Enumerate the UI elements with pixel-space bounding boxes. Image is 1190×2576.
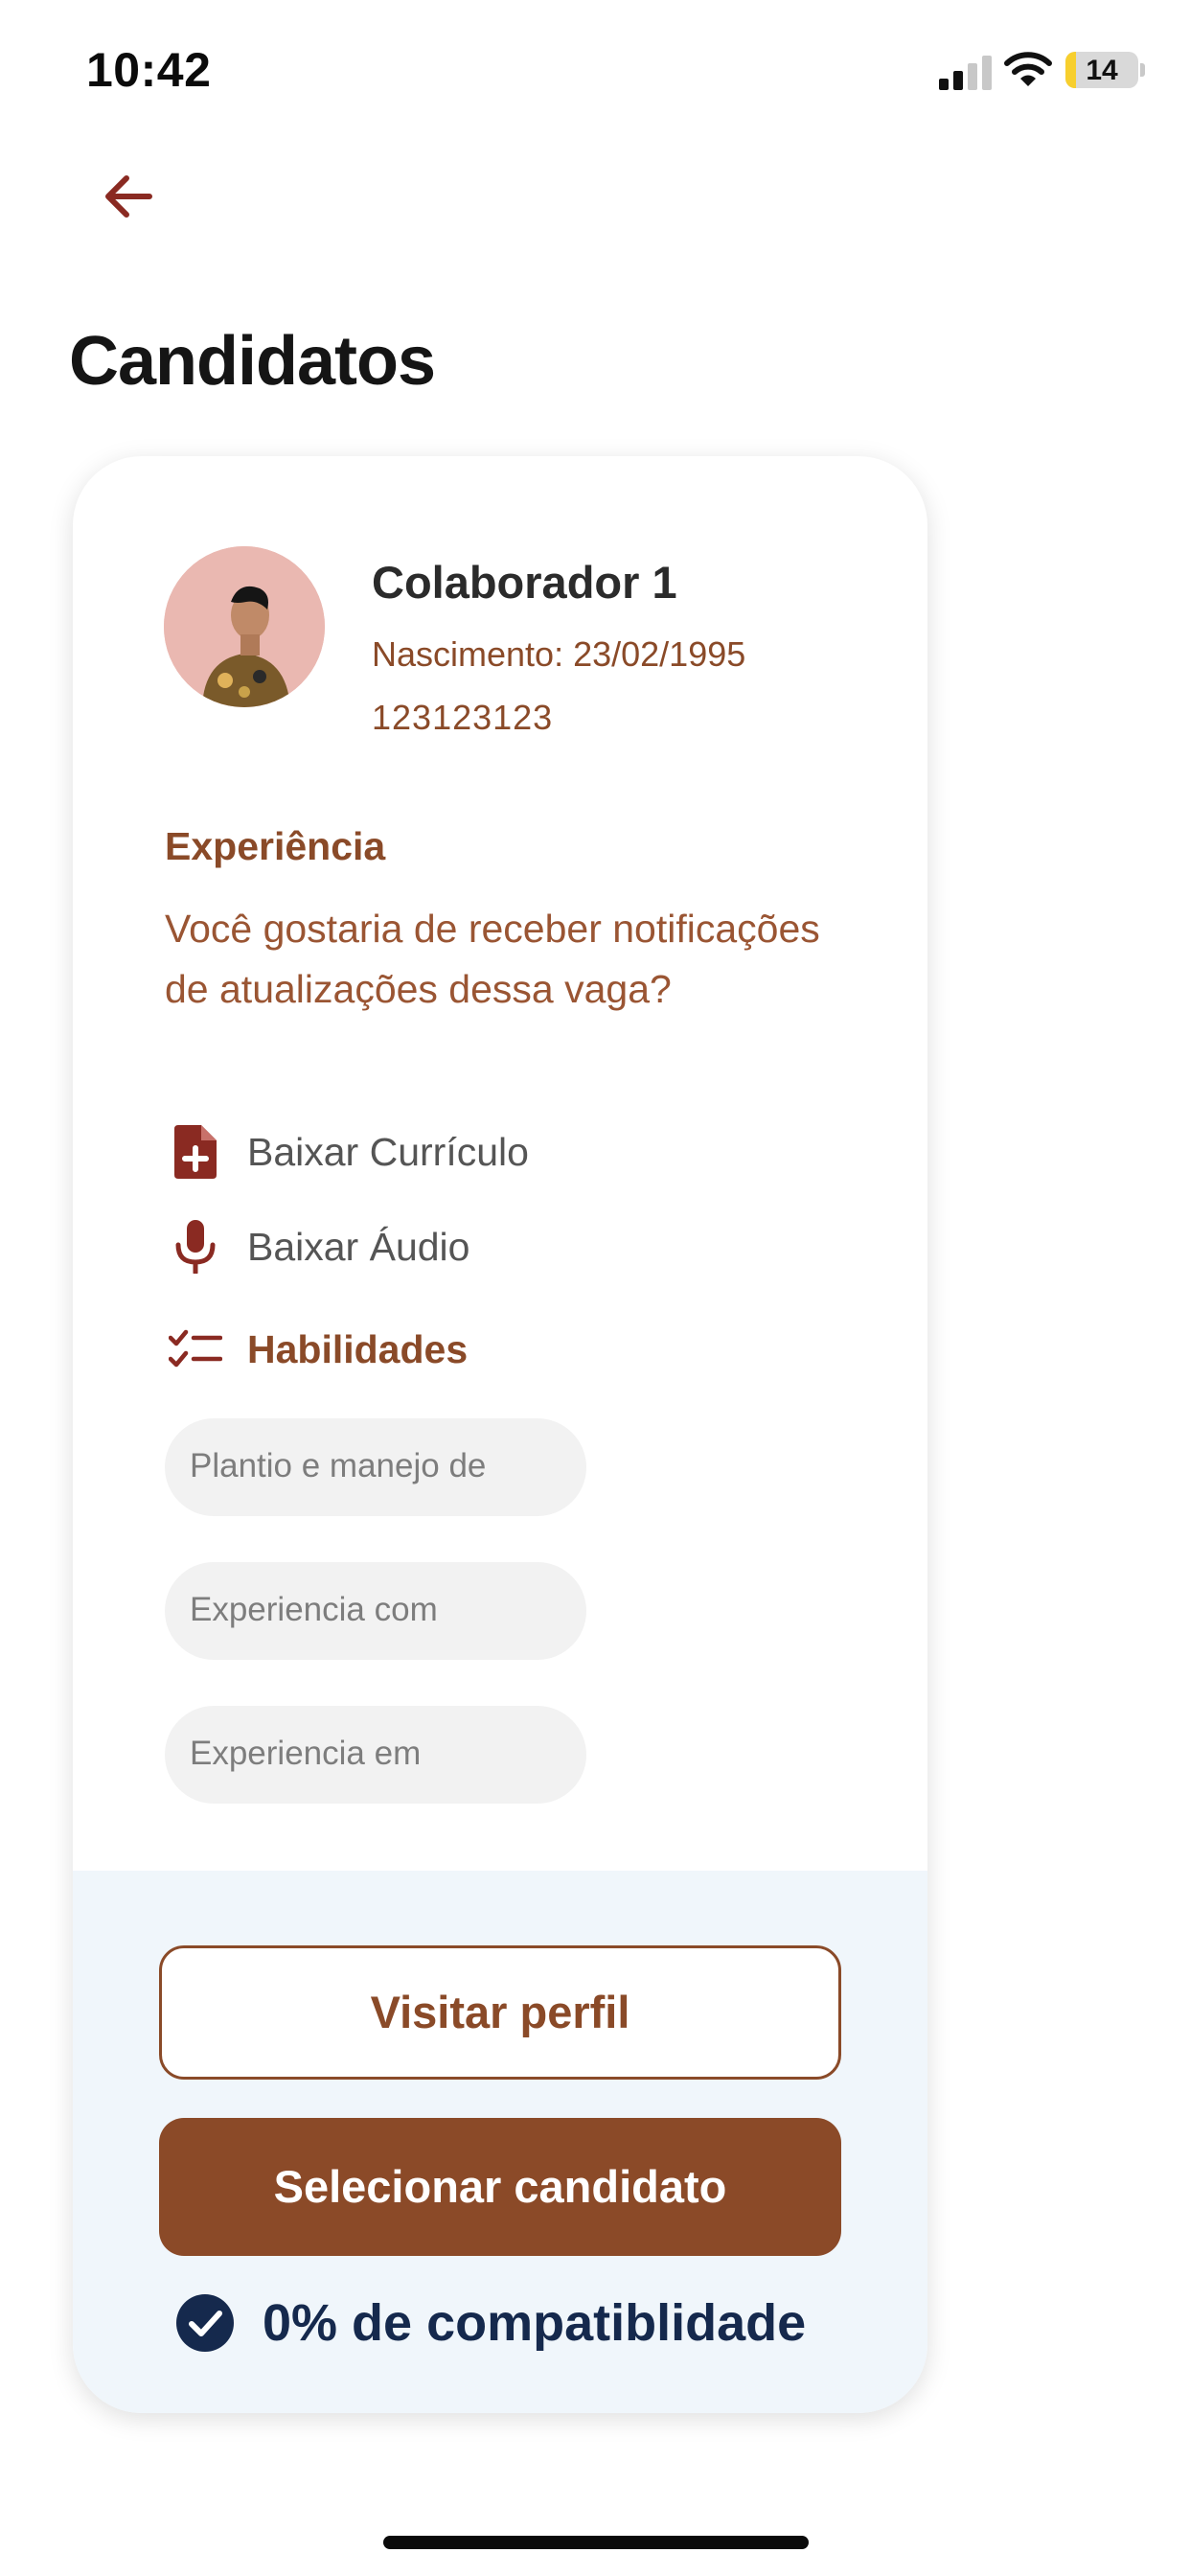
- candidate-phone: 123123123: [372, 698, 554, 737]
- candidate-card: Colaborador 1 Nascimento: 23/02/1995 123…: [73, 456, 927, 2413]
- battery-nub: [1140, 63, 1145, 77]
- home-indicator[interactable]: [383, 2536, 809, 2549]
- skill-chip[interactable]: Experiencia com: [165, 1562, 586, 1660]
- wifi-icon: [1004, 52, 1052, 86]
- microphone-icon: [165, 1216, 226, 1277]
- download-resume-button[interactable]: Baixar Currículo: [165, 1121, 529, 1183]
- battery-level: 14: [1086, 55, 1118, 86]
- candidate-name: Colaborador 1: [372, 557, 677, 608]
- check-circle-icon: [176, 2294, 234, 2352]
- candidate-birthdate: Nascimento: 23/02/1995: [372, 634, 746, 674]
- skill-chip-label: Plantio e manejo de: [190, 1447, 487, 1484]
- experience-text: Você gostaria de receber notificações de…: [165, 907, 820, 1011]
- skills-header: Habilidades: [165, 1319, 468, 1380]
- skills-title: Habilidades: [247, 1326, 469, 1371]
- download-resume-label: Baixar Currículo: [247, 1129, 529, 1174]
- status-time: 10:42: [86, 43, 212, 97]
- checklist-icon: [165, 1319, 226, 1380]
- visit-profile-button[interactable]: Visitar perfil: [159, 1945, 841, 2080]
- cellular-signal-icon: [939, 56, 992, 90]
- experience-title: Experiência: [165, 824, 386, 868]
- select-candidate-button[interactable]: Selecionar candidato: [159, 2118, 841, 2256]
- download-audio-button[interactable]: Baixar Áudio: [165, 1216, 469, 1277]
- compatibility-text: 0% de compatiblidade: [263, 2294, 807, 2352]
- compatibility-indicator: 0% de compatiblidade: [174, 2292, 806, 2354]
- avatar-image: [164, 546, 325, 707]
- download-audio-label: Baixar Áudio: [247, 1224, 470, 1269]
- page-title: Candidatos: [69, 323, 436, 400]
- skill-chip-label: Experiencia em: [190, 1735, 422, 1772]
- battery-icon: 14: [1065, 52, 1138, 88]
- skill-chip[interactable]: Experiencia em: [165, 1706, 586, 1804]
- file-add-icon: [165, 1121, 226, 1183]
- skill-chip-label: Experiencia com: [190, 1591, 438, 1628]
- skill-chip[interactable]: Plantio e manejo de: [165, 1418, 586, 1516]
- avatar: [164, 546, 325, 707]
- back-arrow-icon[interactable]: [96, 163, 163, 230]
